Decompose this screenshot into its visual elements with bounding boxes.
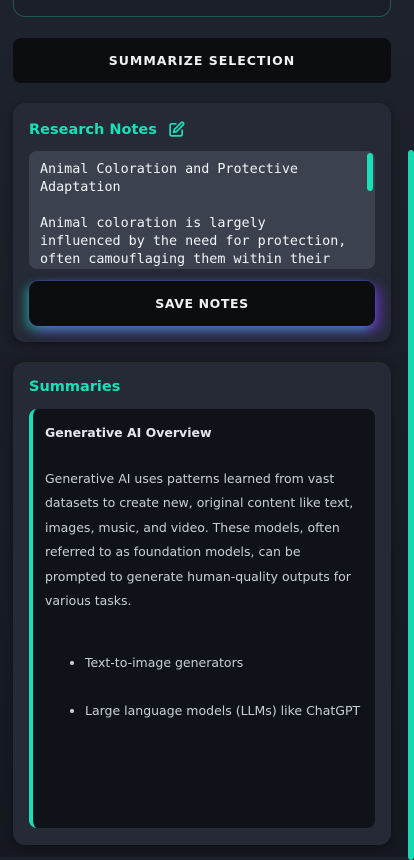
summaries-card: Summaries Generative AI Overview Generat… <box>13 362 391 845</box>
research-notes-card: Research Notes Animal Coloration and Pro… <box>13 103 391 342</box>
edit-icon[interactable] <box>168 121 185 138</box>
page-scrollbar-thumb[interactable] <box>408 150 414 860</box>
research-notes-title: Research Notes <box>29 121 157 138</box>
notes-textarea[interactable]: Animal Coloration and Protective Adaptat… <box>29 151 375 269</box>
summary-body: Generative AI uses patterns learned from… <box>45 471 354 609</box>
summarize-selection-button[interactable]: SUMMARIZE SELECTION <box>13 38 391 83</box>
summary-title: Generative AI Overview <box>45 425 212 440</box>
research-notes-header: Research Notes <box>29 121 185 138</box>
summary-bullet-list: Text-to-image generators Large language … <box>45 651 363 748</box>
save-notes-button[interactable]: SAVE NOTES <box>29 281 375 326</box>
summaries-title: Summaries <box>29 379 121 395</box>
page-scrollbar[interactable] <box>408 0 414 860</box>
notes-scrollbar-thumb[interactable] <box>367 153 373 191</box>
summary-item: Generative AI Overview Generative AI use… <box>29 409 375 828</box>
summary-bullet: Text-to-image generators <box>85 651 363 675</box>
summary-bullet: Large language models (LLMs) like ChatGP… <box>85 699 363 723</box>
previous-card-edge <box>13 0 391 17</box>
notes-text[interactable]: Animal Coloration and Protective Adaptat… <box>40 161 360 269</box>
